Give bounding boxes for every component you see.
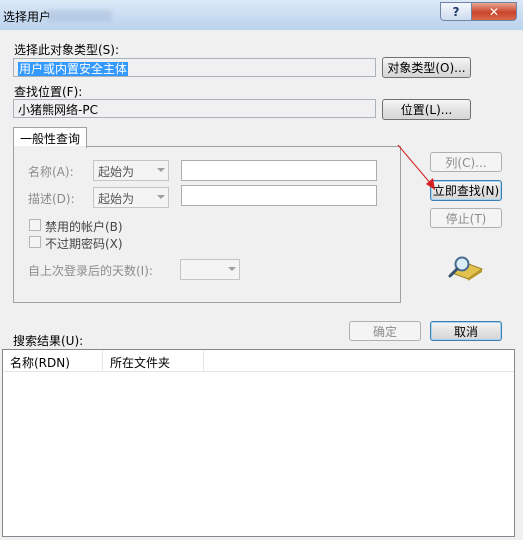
search-results-label: 搜索结果(U):: [13, 334, 84, 348]
object-types-button[interactable]: 对象类型(O)...: [382, 57, 471, 78]
description-condition-combo[interactable]: 起始为: [93, 187, 169, 208]
object-type-label: 选择此对象类型(S):: [14, 43, 120, 57]
close-icon: ✕: [488, 4, 500, 19]
help-icon: ?: [452, 4, 460, 19]
name-condition-combo[interactable]: 起始为: [93, 160, 169, 181]
columns-button[interactable]: 列(C)...: [430, 152, 502, 172]
disabled-accounts-label: 禁用的帐户(B): [45, 220, 123, 234]
name-label: 名称(A):: [28, 165, 74, 179]
name-input[interactable]: [181, 160, 377, 181]
window-title: 选择用户: [3, 10, 52, 24]
days-since-logon-combo[interactable]: [180, 259, 240, 280]
disabled-accounts-checkbox[interactable]: [29, 219, 41, 231]
tab-label: 一般性查询: [19, 131, 80, 146]
location-label: 查找位置(F):: [14, 85, 83, 99]
find-now-button[interactable]: 立即查找(N): [430, 180, 502, 201]
object-type-field: 用户或内置安全主体: [13, 58, 376, 77]
description-condition-value: 起始为: [98, 192, 135, 206]
non-expiring-password-checkbox[interactable]: [29, 236, 41, 248]
tab-join: [14, 146, 86, 148]
chevron-down-icon: [157, 195, 165, 199]
column-header-folder[interactable]: 所在文件夹: [103, 350, 204, 372]
chevron-down-icon: [228, 267, 236, 271]
close-button[interactable]: ✕: [471, 2, 517, 21]
location-field: 小猪熊网络-PC: [13, 99, 376, 118]
name-condition-value: 起始为: [98, 165, 135, 179]
help-button[interactable]: ?: [440, 2, 472, 21]
days-since-logon-label: 自上次登录后的天数(I):: [28, 264, 153, 278]
chevron-down-icon: [157, 168, 165, 172]
stop-button[interactable]: 停止(T): [430, 208, 502, 228]
description-label: 描述(D):: [28, 192, 75, 206]
annotation-arrow-icon: [397, 144, 435, 190]
cancel-button[interactable]: 取消: [430, 321, 502, 341]
column-header-folder-label: 所在文件夹: [110, 356, 171, 370]
description-input[interactable]: [181, 185, 377, 206]
title-blurred-area: [48, 10, 112, 22]
magnifier-search-icon: [448, 256, 484, 281]
ok-button[interactable]: 确定: [349, 321, 421, 341]
non-expiring-password-label: 不过期密码(X): [45, 237, 123, 251]
locations-button[interactable]: 位置(L)...: [382, 99, 471, 120]
column-header-name-label: 名称(RDN): [10, 356, 70, 370]
tab-general-queries[interactable]: 一般性查询: [13, 127, 87, 148]
object-type-value: 用户或内置安全主体: [18, 62, 129, 76]
column-header-name[interactable]: 名称(RDN): [3, 350, 103, 372]
search-results-list[interactable]: [2, 349, 515, 537]
